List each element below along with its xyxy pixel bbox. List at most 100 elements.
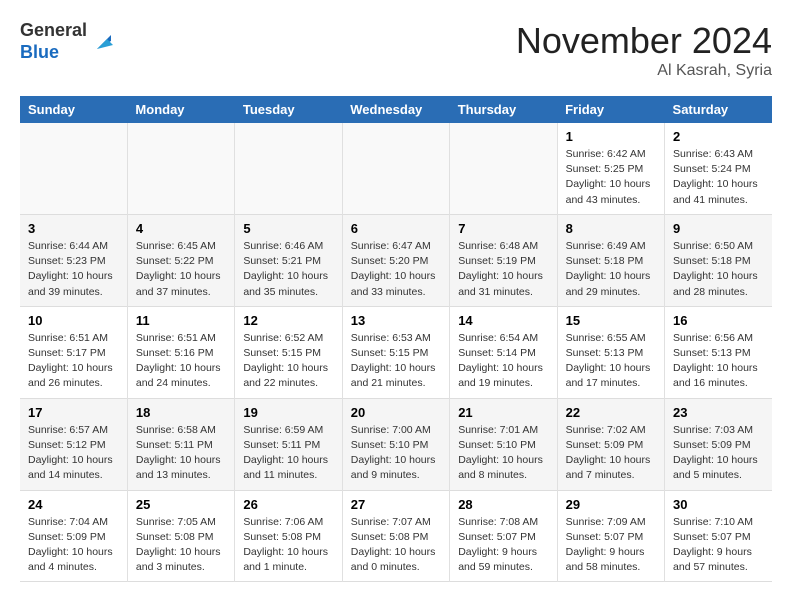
header-thursday: Thursday — [450, 96, 557, 123]
day-number: 10 — [28, 313, 119, 328]
day-info: Sunrise: 6:56 AM Sunset: 5:13 PM Dayligh… — [673, 331, 764, 392]
day-info: Sunrise: 6:44 AM Sunset: 5:23 PM Dayligh… — [28, 239, 119, 300]
day-cell — [342, 123, 449, 214]
day-info: Sunrise: 6:53 AM Sunset: 5:15 PM Dayligh… — [351, 331, 441, 392]
day-cell: 11 Sunrise: 6:51 AM Sunset: 5:16 PM Dayli… — [127, 306, 234, 398]
day-cell: 4 Sunrise: 6:45 AM Sunset: 5:22 PM Daylig… — [127, 214, 234, 306]
day-number: 20 — [351, 405, 441, 420]
day-number: 26 — [243, 497, 333, 512]
day-cell: 2 Sunrise: 6:43 AM Sunset: 5:24 PM Daylig… — [665, 123, 772, 214]
day-number: 28 — [458, 497, 548, 512]
day-number: 16 — [673, 313, 764, 328]
day-cell: 18Sunrise: 6:58 AM Sunset: 5:11 PM Dayli… — [127, 398, 234, 490]
day-number: 21 — [458, 405, 548, 420]
day-number: 22 — [566, 405, 656, 420]
logo-general: General — [20, 20, 87, 40]
day-info: Sunrise: 7:03 AM Sunset: 5:09 PM Dayligh… — [673, 423, 764, 484]
day-info: Sunrise: 6:51 AM Sunset: 5:17 PM Dayligh… — [28, 331, 119, 392]
month-title: November 2024 — [516, 20, 772, 62]
day-info: Sunrise: 6:54 AM Sunset: 5:14 PM Dayligh… — [458, 331, 548, 392]
week-row-5: 24Sunrise: 7:04 AM Sunset: 5:09 PM Dayli… — [20, 490, 772, 582]
header-wednesday: Wednesday — [342, 96, 449, 123]
day-info: Sunrise: 6:49 AM Sunset: 5:18 PM Dayligh… — [566, 239, 656, 300]
day-cell: 16 Sunrise: 6:56 AM Sunset: 5:13 PM Dayli… — [665, 306, 772, 398]
day-info: Sunrise: 6:47 AM Sunset: 5:20 PM Dayligh… — [351, 239, 441, 300]
day-number: 29 — [566, 497, 656, 512]
day-number: 3 — [28, 221, 119, 236]
day-cell: 23 Sunrise: 7:03 AM Sunset: 5:09 PM Dayli… — [665, 398, 772, 490]
day-info: Sunrise: 7:07 AM Sunset: 5:08 PM Dayligh… — [351, 515, 441, 576]
day-number: 8 — [566, 221, 656, 236]
day-cell: 25 Sunrise: 7:05 AM Sunset: 5:08 PM Dayli… — [127, 490, 234, 582]
day-info: Sunrise: 6:45 AM Sunset: 5:22 PM Dayligh… — [136, 239, 226, 300]
day-info: Sunrise: 7:05 AM Sunset: 5:08 PM Dayligh… — [136, 515, 226, 576]
day-number: 25 — [136, 497, 226, 512]
day-number: 15 — [566, 313, 656, 328]
day-cell: 12Sunrise: 6:52 AM Sunset: 5:15 PM Dayli… — [235, 306, 342, 398]
day-info: Sunrise: 6:51 AM Sunset: 5:16 PM Dayligh… — [136, 331, 226, 392]
day-cell: 8 Sunrise: 6:49 AM Sunset: 5:18 PM Daylig… — [557, 214, 664, 306]
day-info: Sunrise: 6:57 AM Sunset: 5:12 PM Dayligh… — [28, 423, 119, 484]
logo-blue: Blue — [20, 42, 59, 62]
day-info: Sunrise: 6:43 AM Sunset: 5:24 PM Dayligh… — [673, 147, 764, 208]
day-number: 6 — [351, 221, 441, 236]
day-info: Sunrise: 7:09 AM Sunset: 5:07 PM Dayligh… — [566, 515, 656, 576]
day-number: 30 — [673, 497, 764, 512]
day-cell: 20 Sunrise: 7:00 AM Sunset: 5:10 PM Dayli… — [342, 398, 449, 490]
day-info: Sunrise: 6:52 AM Sunset: 5:15 PM Dayligh… — [243, 331, 333, 392]
day-cell: 30Sunrise: 7:10 AM Sunset: 5:07 PM Dayli… — [665, 490, 772, 582]
header-monday: Monday — [127, 96, 234, 123]
day-cell: 15Sunrise: 6:55 AM Sunset: 5:13 PM Dayli… — [557, 306, 664, 398]
day-cell: 5 Sunrise: 6:46 AM Sunset: 5:21 PM Daylig… — [235, 214, 342, 306]
day-number: 5 — [243, 221, 333, 236]
day-info: Sunrise: 7:01 AM Sunset: 5:10 PM Dayligh… — [458, 423, 548, 484]
day-number: 2 — [673, 129, 764, 144]
day-cell: 14Sunrise: 6:54 AM Sunset: 5:14 PM Dayli… — [450, 306, 557, 398]
day-cell — [450, 123, 557, 214]
day-info: Sunrise: 6:59 AM Sunset: 5:11 PM Dayligh… — [243, 423, 333, 484]
day-number: 9 — [673, 221, 764, 236]
day-cell — [127, 123, 234, 214]
day-number: 7 — [458, 221, 548, 236]
day-info: Sunrise: 6:42 AM Sunset: 5:25 PM Dayligh… — [566, 147, 656, 208]
week-row-3: 10 Sunrise: 6:51 AM Sunset: 5:17 PM Dayli… — [20, 306, 772, 398]
day-number: 19 — [243, 405, 333, 420]
logo: General Blue — [20, 20, 119, 63]
day-cell: 24Sunrise: 7:04 AM Sunset: 5:09 PM Dayli… — [20, 490, 127, 582]
title-block: November 2024 Al Kasrah, Syria — [516, 20, 772, 80]
day-number: 17 — [28, 405, 119, 420]
day-cell: 21 Sunrise: 7:01 AM Sunset: 5:10 PM Dayli… — [450, 398, 557, 490]
day-info: Sunrise: 6:46 AM Sunset: 5:21 PM Dayligh… — [243, 239, 333, 300]
day-cell: 28Sunrise: 7:08 AM Sunset: 5:07 PM Dayli… — [450, 490, 557, 582]
header-sunday: Sunday — [20, 96, 127, 123]
calendar-table: SundayMondayTuesdayWednesdayThursdayFrid… — [20, 96, 772, 582]
header-friday: Friday — [557, 96, 664, 123]
day-number: 23 — [673, 405, 764, 420]
header-saturday: Saturday — [665, 96, 772, 123]
day-cell — [235, 123, 342, 214]
day-cell: 17 Sunrise: 6:57 AM Sunset: 5:12 PM Dayli… — [20, 398, 127, 490]
day-cell — [20, 123, 127, 214]
day-number: 13 — [351, 313, 441, 328]
day-number: 11 — [136, 313, 226, 328]
day-cell: 27 Sunrise: 7:07 AM Sunset: 5:08 PM Dayli… — [342, 490, 449, 582]
location: Al Kasrah, Syria — [516, 62, 772, 80]
header-tuesday: Tuesday — [235, 96, 342, 123]
day-info: Sunrise: 6:48 AM Sunset: 5:19 PM Dayligh… — [458, 239, 548, 300]
day-info: Sunrise: 7:00 AM Sunset: 5:10 PM Dayligh… — [351, 423, 441, 484]
day-cell: 10 Sunrise: 6:51 AM Sunset: 5:17 PM Dayli… — [20, 306, 127, 398]
day-info: Sunrise: 7:04 AM Sunset: 5:09 PM Dayligh… — [28, 515, 119, 576]
week-row-2: 3 Sunrise: 6:44 AM Sunset: 5:23 PM Daylig… — [20, 214, 772, 306]
day-number: 1 — [566, 129, 656, 144]
logo-icon — [89, 27, 119, 57]
day-cell: 1 Sunrise: 6:42 AM Sunset: 5:25 PM Daylig… — [557, 123, 664, 214]
day-cell: 26Sunrise: 7:06 AM Sunset: 5:08 PM Dayli… — [235, 490, 342, 582]
day-cell: 19 Sunrise: 6:59 AM Sunset: 5:11 PM Dayli… — [235, 398, 342, 490]
day-number: 18 — [136, 405, 226, 420]
day-number: 4 — [136, 221, 226, 236]
day-info: Sunrise: 6:50 AM Sunset: 5:18 PM Dayligh… — [673, 239, 764, 300]
day-cell: 29 Sunrise: 7:09 AM Sunset: 5:07 PM Dayli… — [557, 490, 664, 582]
day-number: 27 — [351, 497, 441, 512]
day-cell: 9 Sunrise: 6:50 AM Sunset: 5:18 PM Daylig… — [665, 214, 772, 306]
day-info: Sunrise: 7:02 AM Sunset: 5:09 PM Dayligh… — [566, 423, 656, 484]
